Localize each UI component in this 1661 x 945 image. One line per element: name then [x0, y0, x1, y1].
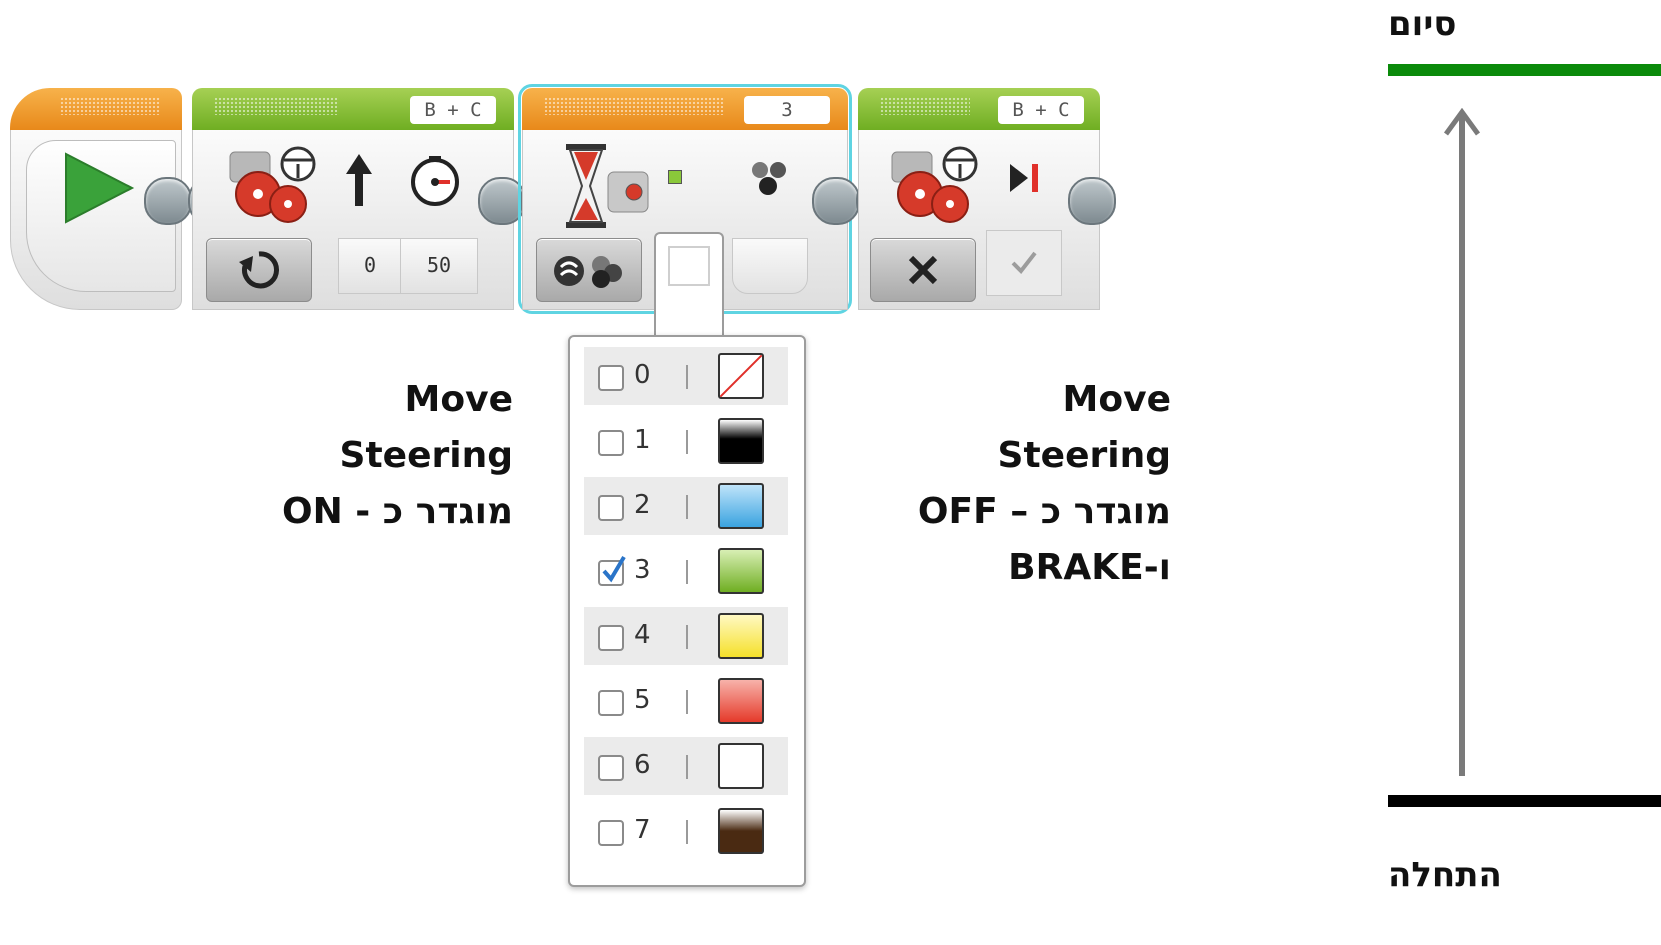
black-swatch [718, 418, 764, 464]
option-checkbox-checked[interactable] [598, 555, 626, 586]
mode-on-button[interactable] [206, 238, 312, 302]
color-sensor-mode-icon [554, 256, 622, 288]
start-label: התחלה [1388, 855, 1502, 895]
caption-line: Steering [997, 435, 1171, 476]
caption-line: ו-BRAKE [1008, 547, 1171, 588]
wait-extra-param[interactable] [732, 238, 808, 294]
color-option[interactable]: 1 [584, 412, 788, 470]
option-number: 1 [634, 425, 651, 455]
color-option[interactable]: 2 [584, 477, 788, 535]
end-line [1388, 64, 1661, 76]
red-swatch [718, 678, 764, 724]
caption-line: Move [1062, 379, 1171, 420]
blue-swatch [718, 483, 764, 529]
caption-line: Move [404, 379, 513, 420]
port-selector[interactable]: B + C [998, 96, 1084, 124]
color-option[interactable]: 3 [584, 542, 788, 600]
caption-line: מוגדר כ – OFF [917, 491, 1171, 532]
steering-arrow-icon [346, 154, 372, 206]
caption-line: מוגדר כ - ON [282, 491, 513, 532]
option-number: 6 [634, 750, 651, 780]
up-arrow-icon [1443, 108, 1481, 776]
green-swatch [718, 548, 764, 594]
sequence-connector[interactable] [144, 177, 192, 225]
compare-indicator [668, 170, 682, 184]
option-checkbox[interactable] [598, 820, 624, 846]
colors-icon [752, 162, 786, 195]
power-gauge-icon [411, 156, 459, 206]
steering-param[interactable]: 0 [338, 238, 402, 294]
option-checkbox[interactable] [598, 755, 624, 781]
caption-move-off: Move Steering מוגדר כ – OFF ו-BRAKE [841, 372, 1171, 596]
checkmark-icon [602, 555, 626, 583]
brake-param[interactable] [986, 230, 1062, 296]
brown-swatch [718, 808, 764, 854]
sequence-connector[interactable] [1068, 177, 1116, 225]
option-number: 7 [634, 815, 651, 845]
move-steering-off-block[interactable]: B + C [858, 88, 1100, 310]
option-number: 2 [634, 490, 651, 520]
option-checkbox[interactable] [598, 495, 624, 521]
hourglass-sensor-icon [566, 144, 649, 228]
option-checkbox[interactable] [598, 690, 624, 716]
option-number: 3 [634, 555, 651, 585]
power-value: 50 [426, 253, 452, 277]
white-swatch [718, 743, 764, 789]
option-number: 4 [634, 620, 651, 650]
dropdown-anchor-swatch [668, 246, 710, 286]
color-option[interactable]: 5 [584, 672, 788, 730]
mode-off-button[interactable] [870, 238, 976, 302]
dropdown-anchor-tab[interactable] [654, 232, 724, 340]
sequence-connector[interactable] [812, 177, 860, 225]
option-number: 5 [634, 685, 651, 715]
start-block-header [10, 88, 182, 130]
move-steering-on-block[interactable]: B + C 0 50 [192, 88, 514, 310]
checkmark-icon [1011, 251, 1037, 275]
steering-motor-icon [891, 146, 978, 223]
end-label: סיום [1388, 4, 1457, 44]
wait-mode-button[interactable] [536, 238, 642, 302]
color-option[interactable]: 6 [584, 737, 788, 795]
yellow-swatch [718, 613, 764, 659]
color-option[interactable]: 4 [584, 607, 788, 665]
close-icon [908, 255, 938, 285]
port-selector[interactable]: B + C [410, 96, 496, 124]
play-icon[interactable] [60, 148, 136, 228]
color-option[interactable]: 0 [584, 347, 788, 405]
steering-motor-icon [229, 146, 316, 223]
port-selector[interactable]: 3 [744, 96, 830, 124]
no-color-swatch [718, 353, 764, 399]
color-dropdown[interactable]: 0 1 2 3 4 5 6 7 [568, 335, 806, 887]
caption-move-on: Move Steering מוגדר כ - ON [213, 372, 513, 540]
sequence-connector[interactable] [478, 177, 526, 225]
steering-value: 0 [363, 253, 377, 277]
option-checkbox[interactable] [598, 430, 624, 456]
option-checkbox[interactable] [598, 625, 624, 651]
rotate-mode-icon [239, 251, 279, 289]
color-option[interactable]: 7 [584, 802, 788, 860]
option-checkbox[interactable] [598, 365, 624, 391]
brake-stop-icon [1010, 164, 1038, 192]
caption-line: Steering [339, 435, 513, 476]
power-param[interactable]: 50 [400, 238, 478, 294]
start-line [1388, 795, 1661, 807]
option-number: 0 [634, 360, 651, 390]
